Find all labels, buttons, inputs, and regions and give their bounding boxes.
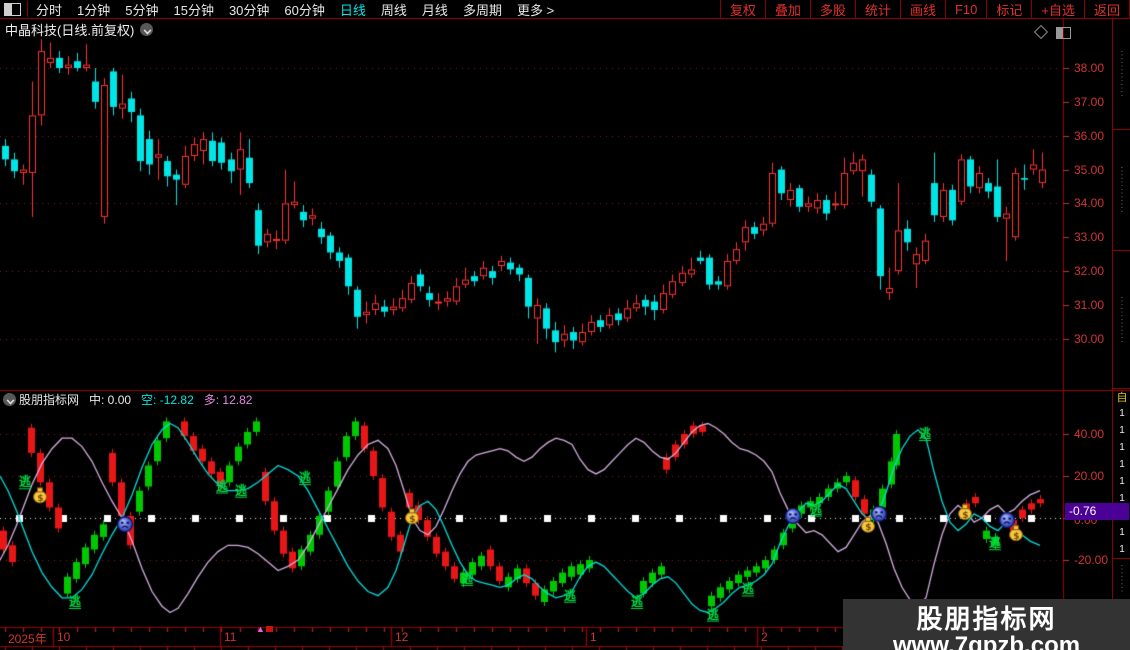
- price-axis-label: 32.00: [1074, 264, 1105, 278]
- date-axis-label: 1: [590, 630, 597, 644]
- date-axis-label: 12: [395, 630, 409, 644]
- button-返回[interactable]: 返回: [1083, 0, 1130, 18]
- date-axis-label: 10: [57, 630, 71, 644]
- toolbar-right: 复权 叠加 多股 统计 画线 F10 标记 +自选 返回: [719, 0, 1130, 18]
- strip-section[interactable]: ········: [1118, 559, 1127, 599]
- price-axis-label: 31.00: [1074, 298, 1105, 312]
- indicator-header: 股朋指标网 中: 0.00 空: -12.82 多: 12.82: [0, 392, 252, 407]
- tab-周线[interactable]: 周线: [381, 3, 407, 18]
- split-pane-icon[interactable]: [1056, 27, 1071, 39]
- layout-icon[interactable]: [4, 2, 21, 16]
- indicator-mid-value: 中: 0.00: [89, 393, 132, 407]
- button-复权[interactable]: 复权: [719, 0, 765, 18]
- divider: [27, 1, 28, 17]
- indicator-axis-label: 40.00: [1074, 427, 1105, 441]
- chevron-down-icon[interactable]: [140, 22, 154, 36]
- scroll-caret[interactable]: ▲: [256, 624, 265, 634]
- period-tabs: 分时 1分钟 5分钟 15分钟 30分钟 60分钟 日线 周线 月线 多周期 更多 >: [36, 0, 569, 19]
- price-axis-label: 33.00: [1074, 230, 1105, 244]
- title-bar: 中晶科技(日线.前复权): [0, 19, 1110, 39]
- button-+自选[interactable]: +自选: [1031, 0, 1084, 18]
- button-多股[interactable]: 多股: [809, 0, 855, 18]
- date-axis-label: 11: [224, 630, 237, 644]
- price-axis-label: 36.00: [1074, 129, 1105, 143]
- indicator-short-value: 空: -12.82: [141, 393, 194, 407]
- tab-30分钟[interactable]: 30分钟: [229, 3, 269, 18]
- scroll-thumb[interactable]: [266, 626, 273, 632]
- button-标记[interactable]: 标记: [986, 0, 1031, 18]
- button-F10[interactable]: F10: [944, 0, 986, 18]
- price-axis-label: 30.00: [1074, 332, 1105, 346]
- tab-60分钟[interactable]: 60分钟: [284, 3, 324, 18]
- toolbar: 分时 1分钟 5分钟 15分钟 30分钟 60分钟 日线 周线 月线 多周期 更多 > 复权 叠加 多股…: [0, 0, 1130, 19]
- indicator-axis-label: 20.00: [1074, 469, 1105, 483]
- indicator-name[interactable]: 股朋指标网: [19, 391, 79, 408]
- tab-分时[interactable]: 分时: [36, 3, 62, 18]
- date-axis-label: 2: [761, 630, 768, 644]
- strip-section[interactable]: ·············: [1118, 251, 1127, 388]
- date-axis-label: 2025年: [8, 632, 47, 646]
- right-sidebar-strip[interactable]: ············· ············· ············· 自…: [1112, 19, 1130, 650]
- tab-月线[interactable]: 月线: [422, 3, 448, 18]
- strip-ones-list[interactable]: 111111111: [1119, 405, 1125, 558]
- price-axis-label: 37.00: [1074, 95, 1105, 109]
- button-叠加[interactable]: 叠加: [764, 0, 810, 18]
- strip-tab-self[interactable]: 自: [1117, 389, 1128, 405]
- price-axis-label: 35.00: [1074, 163, 1105, 177]
- strip-section[interactable]: ·············: [1118, 130, 1127, 250]
- tab-更多 >[interactable]: 更多 >: [517, 3, 554, 18]
- watermark-url: www.7gpzb.com: [892, 632, 1081, 650]
- collapse-icon[interactable]: [3, 393, 16, 406]
- button-统计[interactable]: 统计: [854, 0, 900, 18]
- tab-日线[interactable]: 日线: [340, 3, 366, 18]
- watermark: 股朋指标网 www.7gpzb.com: [843, 599, 1130, 650]
- strip-section[interactable]: ·············: [1118, 19, 1127, 129]
- page-title: 中晶科技(日线.前复权): [5, 22, 135, 38]
- tab-15分钟[interactable]: 15分钟: [173, 3, 213, 18]
- button-画线[interactable]: 画线: [899, 0, 945, 18]
- app-window: { "toolbar": { "left_tabs": [ {"label":"…: [0, 0, 1130, 650]
- price-axis-label: 38.00: [1074, 61, 1105, 75]
- tab-1分钟[interactable]: 1分钟: [77, 3, 110, 18]
- last-value-badge: -0.76: [1065, 503, 1129, 520]
- indicator-long-value: 多: 12.82: [203, 393, 253, 407]
- indicator-axis-label: -20.00: [1074, 553, 1109, 567]
- price-axis-label: 34.00: [1074, 196, 1105, 210]
- tab-多周期[interactable]: 多周期: [463, 3, 502, 18]
- watermark-site-name: 股朋指标网: [916, 604, 1057, 634]
- chart-canvas[interactable]: [0, 0, 1130, 650]
- tab-5分钟[interactable]: 5分钟: [125, 3, 158, 18]
